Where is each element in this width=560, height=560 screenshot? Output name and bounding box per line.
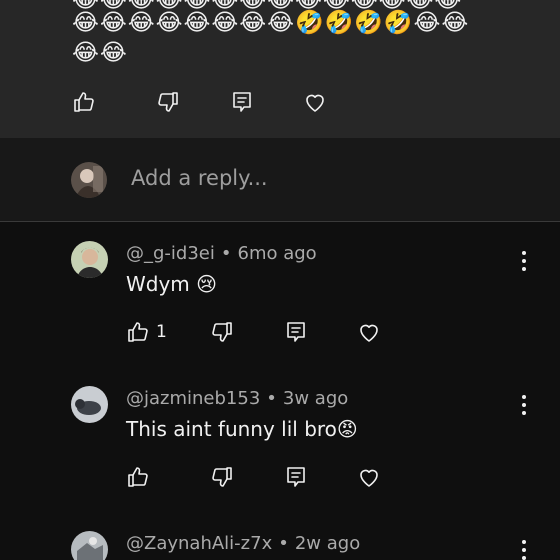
reply-icon (287, 467, 305, 487)
like-button[interactable] (72, 90, 96, 114)
heart-button[interactable] (357, 320, 381, 344)
heart-button[interactable] (357, 465, 381, 489)
heart-icon (360, 324, 378, 342)
reply-button[interactable] (284, 465, 308, 489)
author-name[interactable]: @ZaynahAli-z7x (126, 533, 272, 554)
dislike-button[interactable] (156, 90, 180, 114)
avatar (71, 241, 108, 278)
more-options-icon (522, 251, 526, 255)
comment-text: This aint funny lil bro😡 (126, 417, 358, 441)
reply-icon (287, 322, 305, 342)
comment-age: 2w ago (294, 533, 361, 554)
like-count: 1 (156, 322, 167, 342)
more-options-button[interactable] (514, 538, 534, 560)
like-icon (128, 467, 148, 487)
comment-meta: @ZaynahAli-z7x • 2w ago (126, 533, 360, 554)
separator: • (266, 388, 277, 409)
like-button[interactable] (126, 465, 150, 489)
dislike-icon (158, 92, 178, 112)
reply-input[interactable]: Add a reply... (131, 166, 268, 190)
emoji-line: 😂😂😂😂😂😂😂😂🤣🤣🤣🤣😂😂 (72, 10, 470, 36)
dislike-icon (212, 322, 232, 342)
heart-icon (306, 94, 324, 112)
comment-meta: @_g-id3ei • 6mo ago (126, 243, 317, 264)
more-options-button[interactable] (514, 393, 534, 417)
reply-button[interactable] (230, 90, 254, 114)
more-options-icon (522, 395, 526, 399)
reply-button[interactable] (284, 320, 308, 344)
like-icon (74, 92, 94, 112)
previous-comment: 😂😂😂😂😂😂😂😂😂😂😂😂😂😂 😂😂😂😂😂😂😂😂🤣🤣🤣🤣😂😂 😂😂 (0, 0, 560, 138)
comment-age: 3w ago (282, 388, 349, 409)
dislike-button[interactable] (210, 320, 234, 344)
avatar (71, 531, 108, 560)
author-name[interactable]: @_g-id3ei (126, 243, 215, 264)
like-button[interactable]: 1 (126, 320, 167, 344)
dislike-icon (212, 467, 232, 487)
separator: • (278, 533, 289, 554)
dislike-button[interactable] (210, 465, 234, 489)
comment-text: Wdym 😢 (126, 272, 217, 296)
reply-icon (233, 92, 251, 112)
comment-meta: @jazmineb153 • 3w ago (126, 388, 348, 409)
emoji-line: 😂😂 (72, 40, 128, 66)
more-options-icon (522, 540, 526, 544)
avatar (71, 386, 108, 423)
author-name[interactable]: @jazmineb153 (126, 388, 260, 409)
separator: • (220, 243, 232, 264)
avatar (71, 162, 107, 198)
heart-button[interactable] (303, 90, 327, 114)
more-options-button[interactable] (514, 249, 534, 273)
comment-age: 6mo ago (237, 243, 317, 264)
like-icon (128, 322, 148, 342)
heart-icon (360, 469, 378, 487)
